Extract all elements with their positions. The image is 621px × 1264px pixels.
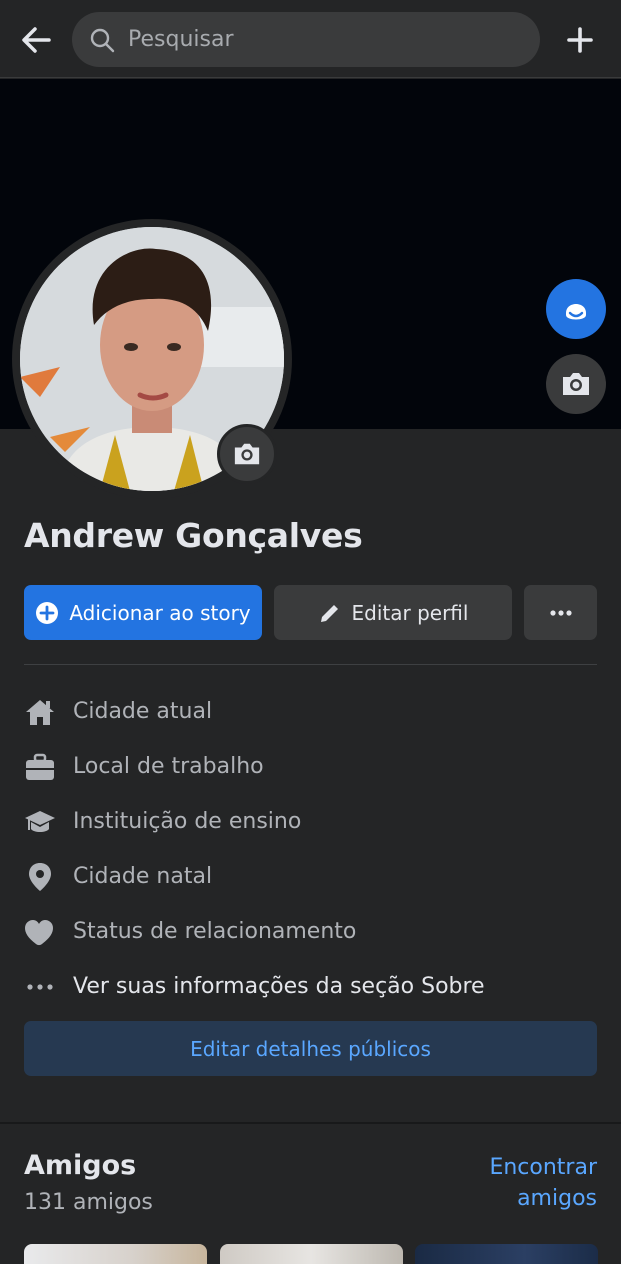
- edit-profile-label: Editar perfil: [351, 600, 469, 625]
- friends-title: Amigos: [24, 1150, 137, 1181]
- edit-cover-button[interactable]: [546, 354, 606, 414]
- search-input[interactable]: [126, 26, 506, 53]
- pencil-icon: [318, 601, 342, 625]
- briefcase-icon: [24, 751, 56, 783]
- plus-circle-icon: [35, 601, 59, 625]
- info-label: Cidade natal: [73, 864, 213, 889]
- edit-profile-button[interactable]: Editar perfil: [274, 585, 512, 640]
- friend-thumbnail[interactable]: [220, 1244, 403, 1264]
- avatar-button[interactable]: [546, 279, 606, 339]
- info-item-see-about[interactable]: Ver suas informações da seção Sobre: [24, 959, 597, 1014]
- profile-name: Andrew Gonçalves: [24, 516, 363, 555]
- heart-icon: [24, 916, 56, 948]
- home-icon: [24, 696, 56, 728]
- profile-page: Andrew Gonçalves Adicionar ao story Edit…: [0, 0, 621, 1264]
- back-button[interactable]: [14, 18, 58, 62]
- more-dots-icon: [549, 609, 572, 616]
- add-story-label: Adicionar ao story: [69, 600, 251, 625]
- add-story-button[interactable]: Adicionar ao story: [24, 585, 262, 640]
- info-item-current-city[interactable]: Cidade atual: [24, 684, 597, 739]
- search-bar[interactable]: [72, 12, 540, 67]
- info-label: Status de relacionamento: [73, 919, 357, 944]
- info-item-hometown[interactable]: Cidade natal: [24, 849, 597, 904]
- add-button[interactable]: [558, 18, 602, 62]
- top-bar: [0, 0, 621, 78]
- intro-details: Cidade atual Local de trabalho Instituiç…: [24, 684, 597, 1014]
- info-label: Ver suas informações da seção Sobre: [73, 974, 485, 999]
- info-label: Instituição de ensino: [73, 809, 302, 834]
- plus-icon: [567, 27, 593, 53]
- avatar-face-icon: [566, 304, 586, 320]
- edit-profile-picture-button[interactable]: [217, 424, 277, 484]
- info-label: Cidade atual: [73, 699, 213, 724]
- profile-actions: Adicionar ao story Editar perfil: [24, 585, 597, 640]
- info-item-relationship[interactable]: Status de relacionamento: [24, 904, 597, 959]
- friends-grid: [24, 1244, 598, 1264]
- search-icon: [88, 26, 116, 54]
- ellipsis-icon: [24, 971, 56, 1003]
- info-label: Local de trabalho: [73, 754, 264, 779]
- arrow-left-icon: [22, 27, 51, 53]
- divider: [24, 664, 597, 665]
- info-item-education[interactable]: Instituição de ensino: [24, 794, 597, 849]
- friend-thumbnail[interactable]: [415, 1244, 598, 1264]
- friend-thumbnail[interactable]: [24, 1244, 207, 1264]
- find-friends-link[interactable]: Encontrar amigos: [437, 1152, 597, 1214]
- info-item-workplace[interactable]: Local de trabalho: [24, 739, 597, 794]
- location-pin-icon: [24, 861, 56, 893]
- section-separator: [0, 1122, 621, 1124]
- camera-icon: [563, 373, 589, 395]
- more-options-button[interactable]: [524, 585, 597, 640]
- friends-count: 131 amigos: [24, 1190, 153, 1215]
- edit-public-details-button[interactable]: Editar detalhes públicos: [24, 1021, 597, 1076]
- graduation-cap-icon: [24, 806, 56, 838]
- camera-icon: [234, 443, 260, 465]
